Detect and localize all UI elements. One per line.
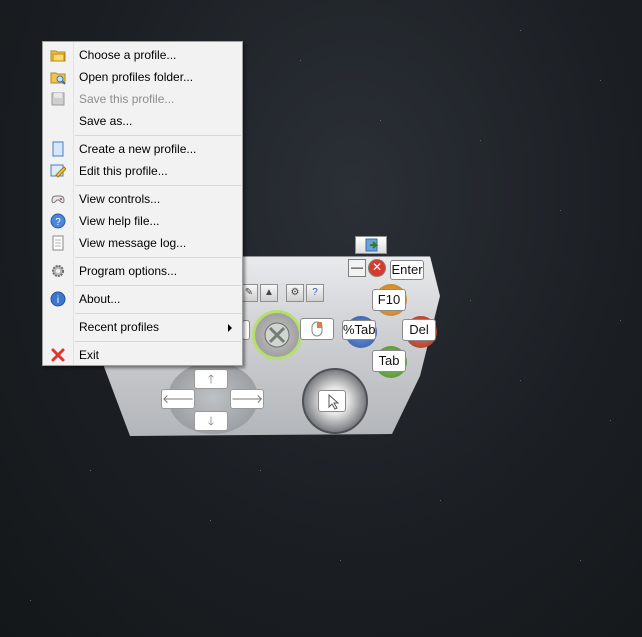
menu-item-label: View controls...: [79, 192, 161, 206]
mouse-key[interactable]: [300, 318, 334, 340]
menu-separator: [75, 313, 241, 314]
help-icon: ?: [50, 213, 66, 229]
dpad-left-key[interactable]: 🡐: [161, 389, 195, 409]
menu-item-label: Save as...: [79, 114, 133, 128]
profile-switch-icon[interactable]: [355, 236, 387, 254]
gamepad-icon: [50, 191, 66, 207]
info-icon: i: [50, 291, 66, 307]
gear-icon[interactable]: ⚙: [286, 284, 304, 302]
new-document-icon: [50, 141, 66, 157]
menu-item-label: Save this profile...: [79, 92, 175, 106]
context-menu: Choose a profile... Open profiles folder…: [42, 41, 243, 366]
tab-key[interactable]: Tab: [372, 350, 406, 372]
back-key-partial[interactable]: [242, 320, 250, 340]
menu-item-label: About...: [79, 292, 121, 306]
gear-icon: [50, 263, 66, 279]
right-stick-pointer-key[interactable]: [318, 390, 346, 412]
menu-item-label: View message log...: [79, 236, 187, 250]
help-icon[interactable]: ?: [306, 284, 324, 302]
menu-item-view-controls[interactable]: View controls...: [45, 188, 240, 210]
menu-item-label: View help file...: [79, 214, 160, 228]
menu-item-create-profile[interactable]: Create a new profile...: [45, 138, 240, 160]
guide-button[interactable]: [252, 310, 302, 360]
menu-separator: [75, 257, 241, 258]
controller-toolbar: ✎ ▲ ⚙ ?: [240, 284, 324, 302]
f10-key[interactable]: F10: [372, 289, 406, 311]
menu-item-label: Edit this profile...: [79, 164, 168, 178]
folder-open-icon: [50, 47, 66, 63]
del-key[interactable]: Del: [402, 319, 436, 341]
folder-search-icon: [50, 69, 66, 85]
pct-tab-key[interactable]: %Tab: [342, 320, 376, 340]
close-red-icon: [50, 347, 66, 363]
menu-item-choose-profile[interactable]: Choose a profile...: [45, 44, 240, 66]
svg-text:i: i: [57, 295, 59, 306]
dpad-up-key[interactable]: 🡑: [194, 369, 228, 389]
eject-icon[interactable]: ▲: [260, 284, 278, 302]
menu-separator: [75, 135, 241, 136]
menu-separator: [75, 341, 241, 342]
minimize-button[interactable]: —: [348, 259, 366, 277]
menu-item-label: Program options...: [79, 264, 178, 278]
save-icon: [50, 91, 66, 107]
menu-item-open-profiles-folder[interactable]: Open profiles folder...: [45, 66, 240, 88]
menu-item-save-profile: Save this profile...: [45, 88, 240, 110]
menu-item-about[interactable]: i About...: [45, 288, 240, 310]
menu-item-exit[interactable]: Exit: [45, 344, 240, 366]
document-icon: [50, 235, 66, 251]
menu-item-label: Open profiles folder...: [79, 70, 194, 84]
enter-key[interactable]: Enter: [390, 260, 424, 280]
menu-item-save-as[interactable]: Save as...: [45, 110, 240, 132]
menu-item-edit-profile[interactable]: Edit this profile...: [45, 160, 240, 182]
submenu-arrow-icon: [228, 324, 232, 332]
menu-item-label: Choose a profile...: [79, 48, 177, 62]
menu-item-label: Exit: [79, 348, 100, 362]
dpad-right-key[interactable]: 🡒: [230, 389, 264, 409]
menu-item-view-message-log[interactable]: View message log...: [45, 232, 240, 254]
close-button[interactable]: ✕: [368, 259, 386, 277]
edit-icon: [50, 163, 67, 179]
dpad-down-key[interactable]: 🡓: [194, 411, 228, 431]
menu-item-view-help[interactable]: ? View help file...: [45, 210, 240, 232]
menu-item-program-options[interactable]: Program options...: [45, 260, 240, 282]
menu-item-recent-profiles[interactable]: Recent profiles: [45, 316, 240, 338]
menu-item-label: Recent profiles: [79, 320, 160, 334]
svg-text:?: ?: [55, 217, 61, 228]
menu-separator: [75, 185, 241, 186]
menu-separator: [75, 285, 241, 286]
menu-item-label: Create a new profile...: [79, 142, 197, 156]
